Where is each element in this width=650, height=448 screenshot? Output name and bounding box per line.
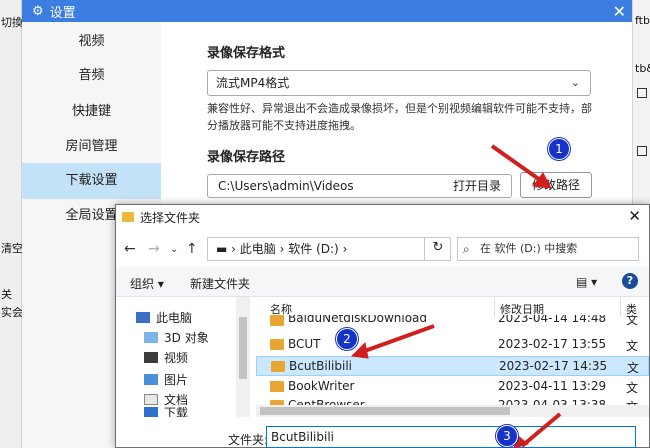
table-row[interactable]: BCUT 2023-02-17 13:55 文	[256, 335, 649, 355]
search-placeholder: 在 软件 (D:) 中搜索	[480, 242, 578, 255]
tree-scrollbar[interactable]	[236, 297, 250, 417]
tree-label: 此电脑	[156, 311, 193, 325]
table-row[interactable]: BaiduNetdiskDownload 2023-04-14 14:48 文	[256, 315, 649, 329]
sort-up-icon: ^	[378, 297, 387, 304]
nav-item-download[interactable]: 下载设置	[22, 163, 161, 199]
background-app-left: 切換 清空 关 实会	[0, 0, 23, 448]
help-icon[interactable]: ?	[622, 273, 638, 289]
format-value: 流式MP4格式	[216, 76, 290, 90]
path-value: C:\Users\admin\Videos	[218, 179, 354, 193]
close-icon[interactable]: ✕	[613, 2, 626, 21]
back-arrow-icon[interactable]: ←	[124, 241, 136, 257]
step-badge-1: 1	[548, 138, 570, 160]
tree-item-pictures[interactable]: 图片	[144, 371, 188, 388]
bg-label: 关	[1, 288, 12, 301]
table-row[interactable]: BookWriter 2023-04-11 13:29 文	[256, 377, 649, 397]
modify-path-button[interactable]: 修改路径	[520, 172, 592, 198]
scroll-thumb[interactable]	[239, 317, 247, 379]
scroll-thumb[interactable]	[260, 407, 510, 415]
close-icon[interactable]: ✕	[628, 207, 641, 225]
dialog-toolbar: 组织 ▾ 新建文件夹 ▤ ▾ ?	[116, 267, 649, 297]
new-folder-button[interactable]: 新建文件夹	[190, 275, 250, 292]
list-header: 名称 ^ 修改日期 类	[256, 297, 649, 317]
nav-item-shortcuts[interactable]: 快捷键	[22, 94, 161, 130]
checkbox-icon[interactable]	[637, 88, 647, 98]
format-label: 录像保存格式	[207, 46, 286, 61]
tree-item-videos[interactable]: 视频	[144, 349, 188, 366]
tree-item-this-pc[interactable]: 此电脑	[136, 309, 192, 326]
dialog-title: 选择文件夹	[140, 210, 201, 225]
drive-icon: ▬	[216, 242, 228, 256]
download-icon	[144, 407, 158, 417]
folder-icon	[270, 381, 284, 392]
folder-icon	[270, 339, 284, 350]
path-label: 录像保存路径	[207, 150, 286, 165]
video-icon	[144, 352, 158, 363]
tree-label: 下载	[164, 407, 189, 417]
folder-name-label: 文件夹:	[228, 433, 269, 447]
format-select[interactable]: 流式MP4格式 ⌄	[207, 70, 591, 96]
checkbox-icon[interactable]	[637, 146, 647, 156]
chevron-down-icon: ⌄	[570, 76, 580, 89]
chevron-down-icon[interactable]: ⌄	[170, 244, 178, 255]
search-input[interactable]: ⌕ 在 软件 (D:) 中搜索	[457, 237, 639, 261]
nav-item-audio[interactable]: 音频	[22, 58, 161, 94]
folder-picker-dialog: 选择文件夹 ✕ ← → ⌄ ↑ ▬ › 此电脑 › 软件 (D:) › ↻ ⌕ …	[115, 204, 650, 448]
step-badge-2: 2	[336, 328, 358, 350]
folder-icon	[122, 212, 134, 222]
tree-label: 视频	[164, 351, 189, 365]
up-arrow-icon[interactable]: ↑	[186, 241, 198, 257]
gear-icon: ⚙	[32, 3, 44, 19]
breadcrumb-drive-d[interactable]: 软件 (D:)	[288, 242, 338, 256]
breadcrumb-this-pc[interactable]: 此电脑	[240, 242, 276, 256]
navigation-tree: 此电脑 3D 对象 视频 图片 文档 下载	[116, 297, 252, 417]
file-list: 名称 ^ 修改日期 类 BaiduNetdiskDownload 2023-04…	[256, 297, 649, 417]
tree-item-downloads[interactable]: 下载	[144, 407, 188, 417]
folder-name-input[interactable]: BcutBilibili	[266, 426, 636, 448]
list-scrollbar[interactable]	[256, 405, 649, 417]
computer-icon	[136, 312, 150, 323]
nav-item-rooms[interactable]: 房间管理	[22, 129, 161, 165]
document-icon	[144, 394, 158, 405]
bg-label: ftb&	[635, 14, 650, 27]
picture-icon	[144, 374, 158, 385]
path-field[interactable]: C:\Users\admin\Videos 打开目录	[207, 174, 512, 198]
search-icon: ⌕	[463, 242, 470, 256]
folder-icon	[270, 315, 284, 326]
bg-label: tb&	[635, 62, 650, 75]
tree-label: 3D 对象	[164, 331, 209, 345]
tree-label: 文档	[164, 393, 189, 407]
dialog-titlebar: 选择文件夹	[116, 205, 649, 229]
open-dir-button[interactable]: 打开目录	[453, 175, 501, 197]
bg-label: 切換	[1, 16, 23, 29]
settings-title: 设置	[49, 5, 76, 21]
folder-icon	[271, 361, 285, 372]
address-row: ← → ⌄ ↑ ▬ › 此电脑 › 软件 (D:) › ↻ ⌕ 在 软件 (D:…	[116, 233, 649, 267]
bg-label: 清空	[1, 242, 23, 255]
view-options-icon[interactable]: ▤ ▾	[576, 275, 597, 289]
tree-item-3d-objects[interactable]: 3D 对象	[144, 329, 209, 346]
address-bar[interactable]: ▬ › 此电脑 › 软件 (D:) ›	[207, 237, 451, 261]
step-badge-3: 3	[496, 425, 518, 447]
tree-label: 图片	[164, 373, 189, 387]
organize-button[interactable]: 组织 ▾	[130, 275, 164, 292]
settings-titlebar: ⚙ 设置	[22, 0, 632, 22]
refresh-icon[interactable]: ↻	[424, 237, 451, 261]
format-hint: 兼容性好、异常退出不会造成录像损坏，但是个别视频编辑软件可能不支持，部分播放器可…	[207, 102, 592, 132]
tree-item-documents[interactable]: 文档	[144, 391, 188, 408]
cube-icon	[144, 332, 158, 343]
nav-item-video[interactable]: 视频	[22, 24, 161, 60]
forward-arrow-icon[interactable]: →	[148, 241, 160, 257]
table-row-selected[interactable]: BcutBilibili 2023-02-17 14:35 文	[256, 356, 649, 376]
bg-label: 实会	[1, 306, 23, 319]
